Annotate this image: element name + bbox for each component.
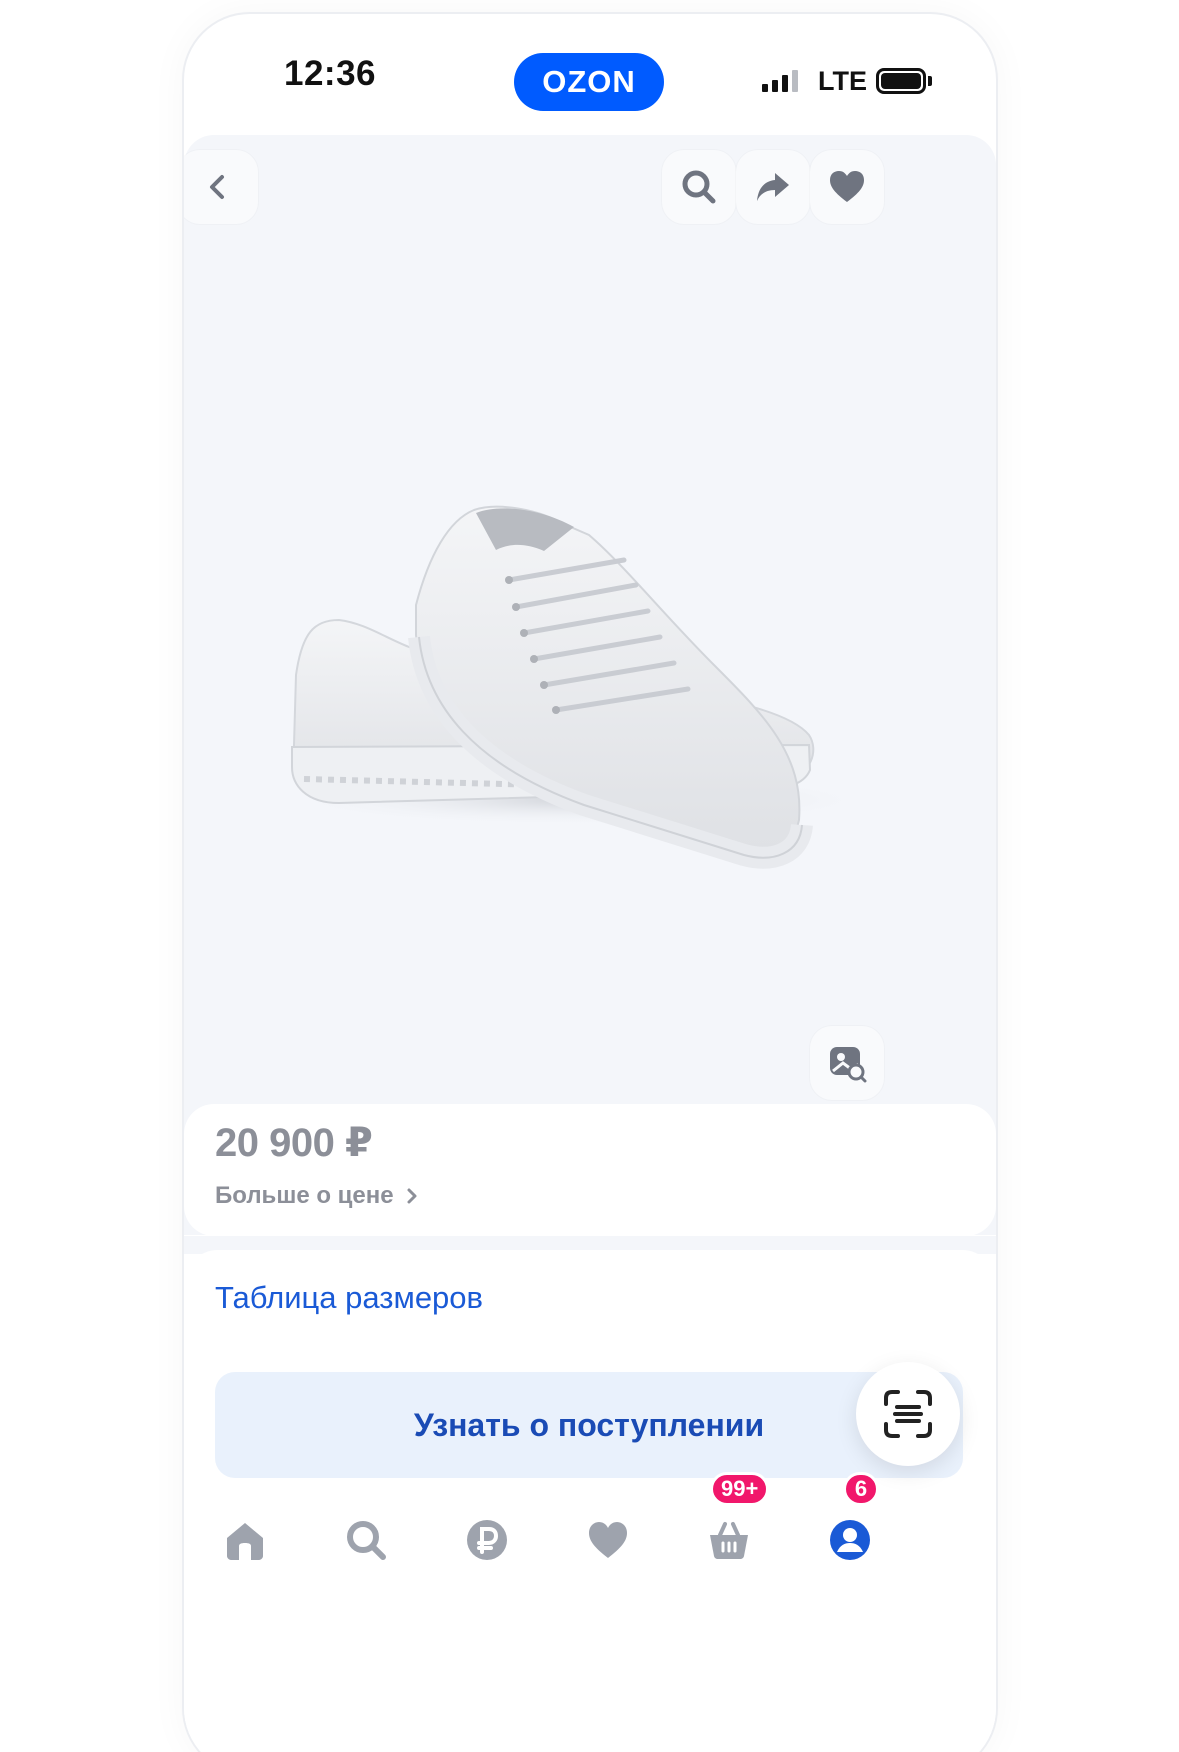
- heart-icon: [830, 171, 864, 202]
- product-gallery[interactable]: [184, 135, 996, 1235]
- tab-favorites[interactable]: [568, 1500, 648, 1580]
- chevron-left-icon: [210, 175, 224, 199]
- basket-icon: [710, 1522, 748, 1559]
- profile-icon: [830, 1520, 870, 1560]
- product-photo[interactable]: [244, 375, 934, 895]
- tab-cart[interactable]: [689, 1500, 769, 1580]
- size-table-link[interactable]: Таблица размеров: [215, 1280, 483, 1316]
- search-icon: [682, 170, 716, 204]
- tab-profile[interactable]: [810, 1500, 890, 1580]
- search-icon: [347, 1521, 386, 1560]
- phone-frame: 12:36 OZON LTE 20 900 ₽ Больше о цене Та…: [184, 14, 996, 1752]
- price-card: 20 900 ₽ Больше о цене: [184, 1104, 996, 1236]
- chevron-right-icon: [407, 1188, 417, 1204]
- tab-home[interactable]: [205, 1500, 285, 1580]
- network-label: LTE: [818, 66, 867, 96]
- size-section: Таблица размеров Узнать о поступлении 99…: [184, 1250, 996, 1752]
- ruble-icon: [467, 1520, 507, 1560]
- bottom-tabbar: 99+ 6: [184, 1472, 996, 1620]
- notify-arrival-button[interactable]: Узнать о поступлении: [215, 1372, 963, 1478]
- tab-catalog[interactable]: [326, 1500, 406, 1580]
- price-details-link[interactable]: Больше о цене: [215, 1182, 418, 1210]
- heart-icon: [589, 1522, 627, 1558]
- ozon-logo: OZON: [514, 53, 664, 111]
- battery-tip: [928, 76, 932, 86]
- profile-badge: 6: [843, 1472, 879, 1506]
- scan-button[interactable]: [856, 1362, 960, 1466]
- share-button[interactable]: [736, 150, 810, 224]
- price-details-label: Больше о цене: [215, 1182, 394, 1209]
- home-icon: [227, 1523, 263, 1560]
- status-time: 12:36: [284, 54, 377, 93]
- search-button[interactable]: [662, 150, 736, 224]
- tab-finance[interactable]: [447, 1500, 527, 1580]
- image-search-icon: [830, 1047, 867, 1083]
- scan-icon: [884, 1390, 932, 1438]
- product-price: 20 900 ₽: [215, 1121, 373, 1165]
- back-button[interactable]: [184, 150, 258, 224]
- visual-search-button[interactable]: [810, 1026, 884, 1100]
- favorite-button[interactable]: [810, 150, 884, 224]
- share-icon: [757, 173, 789, 201]
- signal-icon: [762, 70, 798, 92]
- battery-icon: [876, 68, 926, 94]
- status-bar: 12:36 OZON LTE: [184, 14, 996, 134]
- cart-badge: 99+: [710, 1472, 770, 1506]
